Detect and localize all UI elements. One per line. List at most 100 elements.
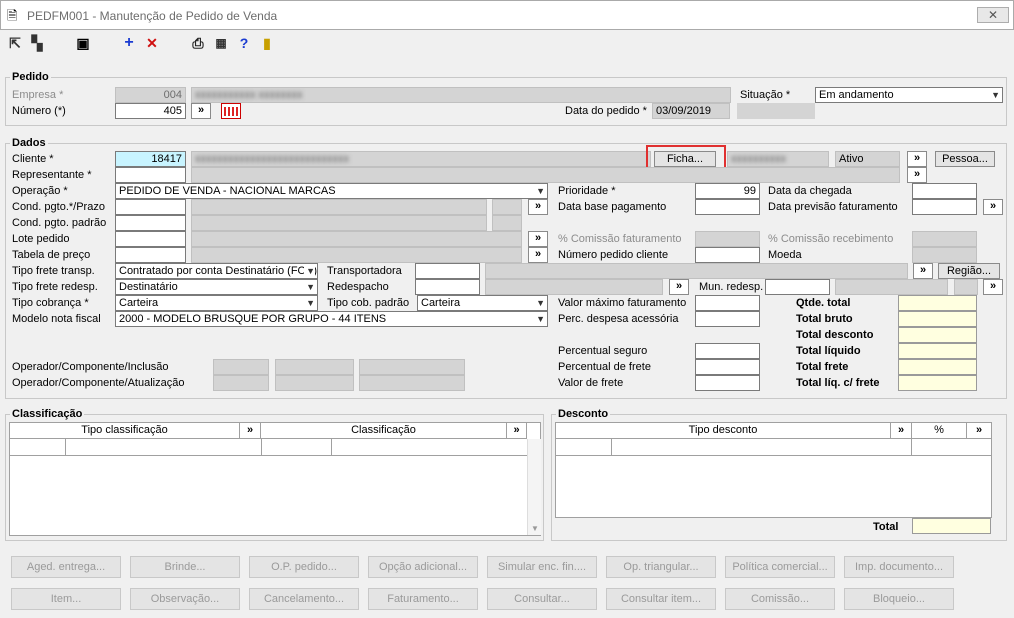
prioridade-field[interactable]: 99 (695, 183, 760, 199)
valor-max-field[interactable] (695, 295, 760, 311)
consultar-button[interactable]: Consultar... (487, 588, 597, 610)
opcao-adicional-button[interactable]: Opção adicional... (368, 556, 478, 578)
total-liquido-field (898, 343, 977, 359)
bloqueio-button[interactable]: Bloqueio... (844, 588, 954, 610)
col-tipo-nav-button[interactable]: » (240, 423, 261, 439)
simular-enc-fin-button[interactable]: Simular enc. fin.... (487, 556, 597, 578)
add-icon[interactable]: + (120, 34, 138, 52)
cliente-code-field[interactable]: 18417 (115, 151, 186, 167)
col-tipo-desconto[interactable]: Tipo desconto (556, 423, 891, 439)
num-pedido-cliente-label: Número pedido cliente (558, 249, 669, 261)
lote-nav-button[interactable]: » (528, 231, 548, 247)
comissao-button[interactable]: Comissão... (725, 588, 835, 610)
calendar-icon[interactable] (221, 103, 241, 119)
tabela-field[interactable] (115, 247, 186, 263)
cliente-name-field: xxxxxxxxxxxxxxxxxxxxxxxxxxxx (191, 151, 651, 167)
valor-frete-field[interactable] (695, 375, 760, 391)
data-chegada-field[interactable] (912, 183, 977, 199)
numero-field[interactable]: 405 (115, 103, 186, 119)
modelo-select[interactable]: 2000 - MODELO BRUSQUE POR GRUPO - 44 ITE… (115, 311, 548, 327)
pessoa-button[interactable]: Pessoa... (935, 151, 995, 167)
col-percent[interactable]: % (912, 423, 967, 439)
op-inclusao-operador (213, 359, 269, 375)
cond-padrao-label: Cond. pgto. padrão (12, 217, 107, 229)
cobranca-select[interactable]: Carteira ▼ (115, 295, 318, 311)
col-desconto-nav-button[interactable]: » (891, 423, 912, 439)
col-classificacao[interactable]: Classificação (261, 423, 507, 439)
lote-desc-field (191, 231, 522, 247)
tabela-nav-button[interactable]: » (528, 247, 548, 263)
representante-nav-button[interactable]: » (907, 167, 927, 183)
total-liquido-label: Total líquido (796, 345, 861, 357)
table-row[interactable] (556, 439, 991, 456)
consultar-item-button[interactable]: Consultar item... (606, 588, 716, 610)
help-icon[interactable]: ? (235, 34, 253, 52)
arrow-icon[interactable]: ⇱ (6, 34, 24, 52)
perc-frete-field[interactable] (695, 359, 760, 375)
cob-padrao-select[interactable]: Carteira ▼ (417, 295, 548, 311)
chevron-down-icon: ▼ (536, 298, 545, 308)
redespacho-code-field[interactable] (415, 279, 480, 295)
comissao-rec-label: % Comissão recebimento (768, 233, 894, 245)
politica-comercial-button[interactable]: Política comercial... (725, 556, 835, 578)
op-triangular-button[interactable]: Op. triangular... (606, 556, 716, 578)
cancelamento-button[interactable]: Cancelamento... (249, 588, 359, 610)
print-icon[interactable]: ⎙ (189, 34, 207, 52)
regiao-button[interactable]: Região... (938, 263, 1000, 279)
frete-transp-select[interactable]: Contratado por conta Destinatário (FOB) ▼ (115, 263, 318, 279)
perc-frete-label: Percentual de frete (558, 361, 651, 373)
representante-code-field[interactable] (115, 167, 186, 183)
delete-icon[interactable]: ✕ (143, 34, 161, 52)
close-button[interactable]: ✕ (977, 7, 1009, 23)
comissao-fat-field (695, 231, 760, 247)
representante-name-field (191, 167, 900, 183)
redespacho-label: Redespacho (327, 281, 389, 293)
cond-prazo-nav-button[interactable]: » (528, 199, 548, 215)
valor-frete-label: Valor de frete (558, 377, 624, 389)
perc-despesa-label: Perc. despesa acessória (558, 313, 679, 325)
operacao-select[interactable]: PEDIDO DE VENDA - NACIONAL MARCAS ▼ (115, 183, 548, 199)
numero-nav-button[interactable]: » (191, 103, 211, 119)
transportadora-code-field[interactable] (415, 263, 480, 279)
observacao-button[interactable]: Observação... (130, 588, 240, 610)
op-pedido-button[interactable]: O.P. pedido... (249, 556, 359, 578)
valor-max-label: Valor máximo faturamento (558, 297, 687, 309)
faturamento-button[interactable]: Faturamento... (368, 588, 478, 610)
calculator-icon[interactable]: ▦ (212, 34, 230, 52)
col-tipo-classificacao[interactable]: Tipo classificação (10, 423, 240, 439)
cliente-nav-button[interactable]: » (907, 151, 927, 167)
frete-redesp-select[interactable]: Destinatário ▼ (115, 279, 318, 295)
mun-redesp-code-field[interactable] (765, 279, 830, 295)
brinde-button[interactable]: Brinde... (130, 556, 240, 578)
transportadora-nav-button[interactable]: » (913, 263, 933, 279)
situacao-select[interactable]: Em andamento ▼ (815, 87, 1003, 103)
prazo-field (492, 199, 522, 215)
mun-redesp-nav-button[interactable]: » (983, 279, 1003, 295)
redespacho-nav-button[interactable]: » (669, 279, 689, 295)
desconto-title: Desconto (556, 408, 611, 420)
data-base-field[interactable] (695, 199, 760, 215)
desconto-total-field (912, 518, 991, 534)
data-prev-nav-button[interactable]: » (983, 199, 1003, 215)
cond-padrao-field[interactable] (115, 215, 186, 231)
aged-entrega-button[interactable]: Aged. entrega... (11, 556, 121, 578)
chevron-down-icon: ▼ (306, 282, 315, 292)
total-liq-frete-label: Total líq. c/ frete (796, 377, 880, 389)
num-pedido-cliente-field[interactable] (695, 247, 760, 263)
cond-prazo-field[interactable] (115, 199, 186, 215)
perc-seguro-field[interactable] (695, 343, 760, 359)
col-classificacao-nav-button[interactable]: » (507, 423, 527, 439)
move-icon[interactable]: ▚ (28, 34, 46, 52)
perc-despesa-field[interactable] (695, 311, 760, 327)
scrollbar[interactable]: ▼ (527, 439, 541, 535)
col-percent-nav-button[interactable]: » (967, 423, 991, 439)
table-row[interactable] (10, 439, 527, 456)
save-icon[interactable]: ▣ (74, 34, 92, 52)
lote-field[interactable] (115, 231, 186, 247)
exit-icon[interactable]: ▮ (258, 34, 276, 52)
item-button[interactable]: Item... (11, 588, 121, 610)
imp-documento-button[interactable]: Imp. documento... (844, 556, 954, 578)
toolbar: ⇱ ▚ ▣ + ✕ ⎙ ▦ ? ▮ (0, 30, 1014, 58)
data-prev-field[interactable] (912, 199, 977, 215)
cond-padrao-desc-field (191, 215, 487, 231)
